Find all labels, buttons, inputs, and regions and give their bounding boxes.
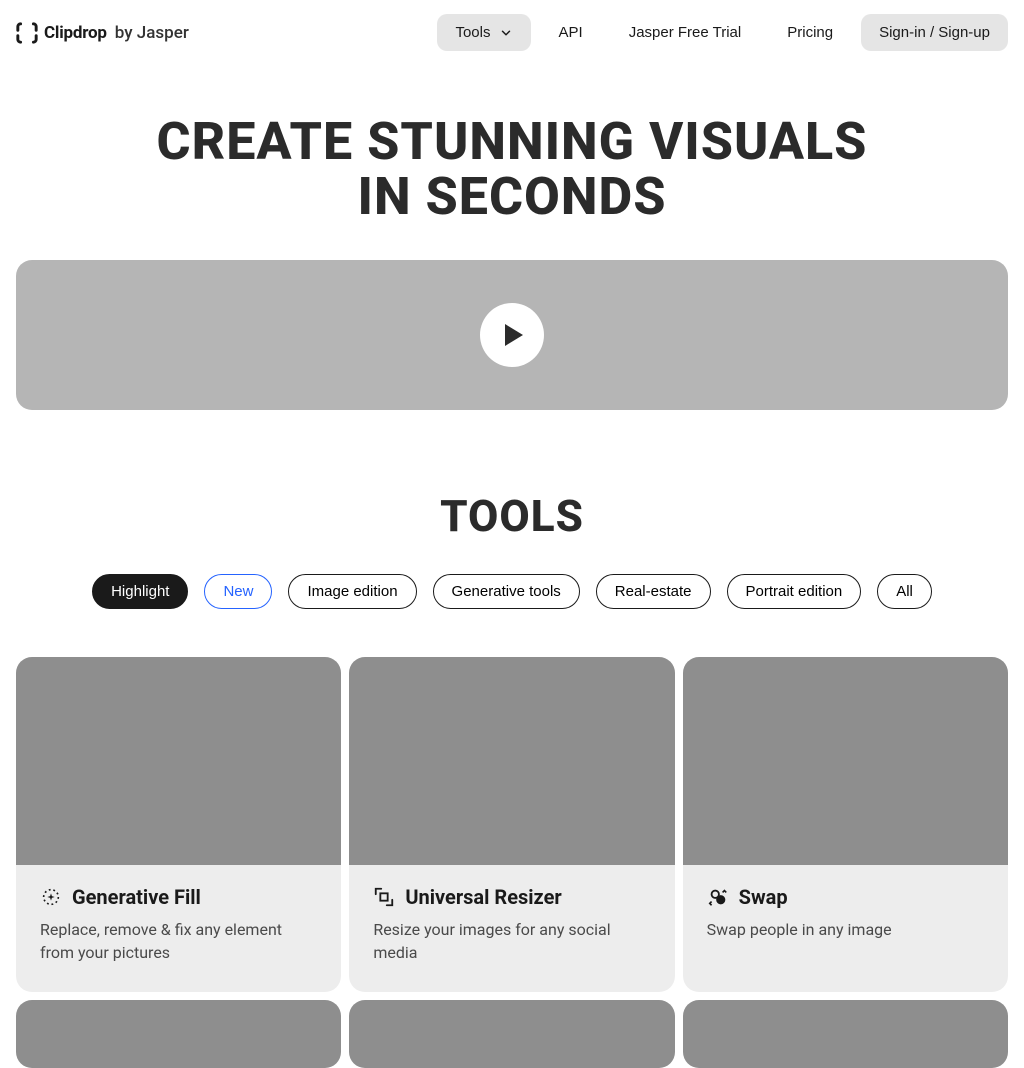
filter-highlight[interactable]: Highlight [92,574,188,609]
hero-title-line2: IN SECONDS [357,166,666,227]
brand-byline: by Jasper [115,23,189,43]
resize-icon [373,886,395,908]
tool-card-title: Universal Resizer [405,885,561,909]
tools-heading: TOOLS [0,490,1024,542]
tool-card-image [349,657,674,865]
tool-card-image [683,1000,1008,1068]
clipdrop-logo-icon [16,22,38,44]
nav-tools[interactable]: Tools [437,14,530,51]
play-icon [505,324,523,346]
tool-card-image [349,1000,674,1068]
nav-trial[interactable]: Jasper Free Trial [611,14,760,51]
hero-title-line1: CREATE STUNNING VISUALS [157,111,868,172]
tool-card-desc: Replace, remove & fix any element from y… [40,919,317,964]
tool-card-body: Swap Swap people in any image [683,865,1008,969]
tools-grid: Generative Fill Replace, remove & fix an… [0,609,1024,1068]
tool-card-body: Generative Fill Replace, remove & fix an… [16,865,341,992]
tool-card-partial[interactable] [16,1000,341,1068]
tool-card-partial[interactable] [683,1000,1008,1068]
filter-all[interactable]: All [877,574,932,609]
tool-filters: Highlight New Image edition Generative t… [0,574,1024,609]
nav-api[interactable]: API [541,14,601,51]
swap-icon [707,886,729,908]
tool-card-title: Swap [739,885,788,909]
filter-image-edition[interactable]: Image edition [288,574,416,609]
nav-tools-label: Tools [455,24,490,41]
tool-card-desc: Resize your images for any social media [373,919,650,964]
play-button[interactable] [480,303,544,367]
filter-generative-tools[interactable]: Generative tools [433,574,580,609]
nav-signin[interactable]: Sign-in / Sign-up [861,14,1008,51]
filter-real-estate[interactable]: Real-estate [596,574,711,609]
tool-card-partial[interactable] [349,1000,674,1068]
sparkle-circle-icon [40,886,62,908]
filter-new[interactable]: New [204,574,272,609]
nav-pricing[interactable]: Pricing [769,14,851,51]
main-nav: Tools API Jasper Free Trial Pricing Sign… [437,14,1008,51]
tool-card-universal-resizer[interactable]: Universal Resizer Resize your images for… [349,657,674,992]
hero-title: CREATE STUNNING VISUALS IN SECONDS [16,115,1008,224]
hero-video-placeholder[interactable] [16,260,1008,410]
tool-card-image [16,1000,341,1068]
brand-name: Clipdrop [44,23,107,43]
tool-card-title: Generative Fill [72,885,201,909]
brand[interactable]: Clipdrop by Jasper [16,22,189,44]
filter-portrait-edition[interactable]: Portrait edition [727,574,862,609]
tool-card-image [683,657,1008,865]
tool-card-generative-fill[interactable]: Generative Fill Replace, remove & fix an… [16,657,341,992]
tool-card-desc: Swap people in any image [707,919,984,941]
tool-card-body: Universal Resizer Resize your images for… [349,865,674,992]
tool-card-image [16,657,341,865]
hero: CREATE STUNNING VISUALS IN SECONDS [0,65,1024,224]
chevron-down-icon [499,26,513,40]
tool-card-swap[interactable]: Swap Swap people in any image [683,657,1008,992]
header: Clipdrop by Jasper Tools API Jasper Free… [0,0,1024,65]
